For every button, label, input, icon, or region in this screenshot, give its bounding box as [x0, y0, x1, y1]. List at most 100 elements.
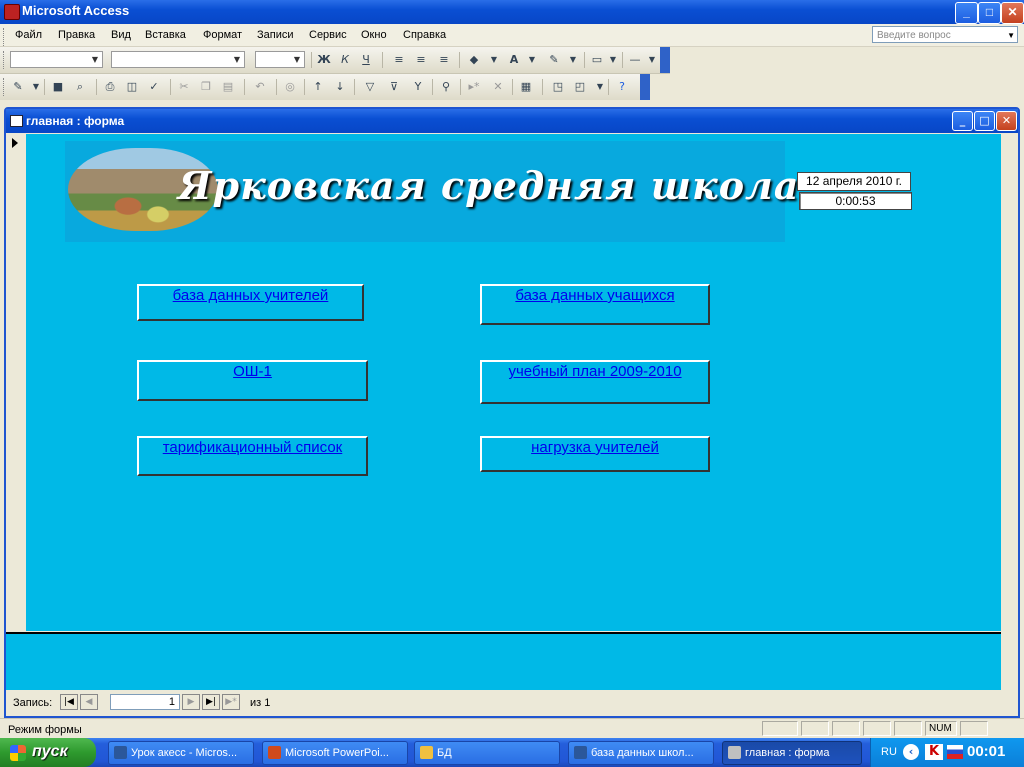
new-record-nav-icon[interactable]: ▶*: [222, 694, 240, 710]
menu-file[interactable]: Файл: [15, 29, 42, 41]
menu-records[interactable]: Записи: [257, 29, 294, 41]
last-record-icon[interactable]: ▶|: [202, 694, 220, 710]
tariff-list-button[interactable]: тарификационный список: [137, 436, 368, 476]
russian-flag-icon[interactable]: [947, 745, 963, 759]
menu-format[interactable]: Формат: [203, 29, 242, 41]
chevron-down-icon[interactable]: ▼: [524, 52, 540, 68]
record-selector[interactable]: [6, 134, 27, 631]
maximize-button[interactable]: □: [978, 2, 1001, 24]
filter-by-form-icon[interactable]: ⊽: [386, 79, 402, 95]
antivirus-icon[interactable]: K: [925, 744, 943, 760]
close-button[interactable]: ✕: [1001, 2, 1024, 24]
menu-view[interactable]: Вид: [111, 29, 131, 41]
students-database-button[interactable]: база данных учащихся: [480, 284, 710, 325]
align-left-icon[interactable]: ≡: [391, 52, 407, 68]
curriculum-button[interactable]: учебный план 2009-2010: [480, 360, 710, 404]
tray-expand-icon[interactable]: ‹: [903, 744, 919, 760]
access-app-icon[interactable]: [4, 4, 20, 20]
form-right-border: [1001, 134, 1018, 690]
paste-icon[interactable]: ▤: [220, 79, 236, 95]
font-color-icon[interactable]: A: [506, 52, 522, 68]
line-width-icon[interactable]: —: [627, 52, 643, 68]
menu-grip[interactable]: [3, 28, 7, 46]
delete-record-icon[interactable]: ✕: [490, 79, 506, 95]
menu-help[interactable]: Справка: [403, 29, 446, 41]
underline-button[interactable]: Ч: [358, 52, 374, 68]
find-icon[interactable]: ⚲: [438, 79, 454, 95]
taskbar-button-access-form[interactable]: главная : форма: [722, 741, 862, 765]
apply-filter-icon[interactable]: Y: [410, 79, 426, 95]
start-button[interactable]: пуск: [0, 738, 96, 767]
toolbar-grip[interactable]: [3, 51, 7, 69]
toolbar-separator: [276, 79, 277, 95]
time-field[interactable]: 0:00:53: [799, 192, 912, 210]
teacher-workload-button[interactable]: нагрузка учителей: [480, 436, 710, 472]
hyperlink-icon[interactable]: ◎: [282, 79, 298, 95]
sort-descending-icon[interactable]: ↓: [332, 79, 348, 95]
chevron-down-icon[interactable]: ▼: [486, 52, 502, 68]
chevron-down-icon[interactable]: ▼: [291, 53, 303, 66]
first-record-icon[interactable]: |◀: [60, 694, 78, 710]
help-search-input[interactable]: Введите вопрос ▼: [872, 26, 1018, 43]
form-icon[interactable]: [10, 115, 23, 127]
spelling-icon[interactable]: ✓: [146, 79, 162, 95]
chevron-down-icon[interactable]: ▼: [1007, 27, 1015, 44]
view-design-icon[interactable]: ✎: [10, 79, 26, 95]
print-icon[interactable]: ⎙: [102, 79, 118, 95]
form-maximize-button[interactable]: □: [974, 111, 995, 131]
object-combo[interactable]: ▼: [10, 51, 103, 68]
clock[interactable]: 00:01: [967, 743, 1005, 760]
record-label: Запись:: [13, 697, 53, 709]
minimize-button[interactable]: _: [955, 2, 978, 24]
menu-tools[interactable]: Сервис: [309, 29, 347, 41]
align-right-icon[interactable]: ≡: [436, 52, 452, 68]
font-combo[interactable]: ▼: [111, 51, 245, 68]
filter-by-selection-icon[interactable]: ▽: [362, 79, 378, 95]
toolbar-grip[interactable]: [3, 78, 7, 96]
new-record-icon[interactable]: ▸*: [466, 79, 482, 95]
undo-icon[interactable]: ↶: [252, 79, 268, 95]
chevron-down-icon[interactable]: ▼: [28, 79, 44, 95]
next-record-icon[interactable]: ▶: [182, 694, 200, 710]
cut-icon[interactable]: ✂: [176, 79, 192, 95]
menu-insert[interactable]: Вставка: [145, 29, 186, 41]
copy-icon[interactable]: ❐: [198, 79, 214, 95]
chevron-down-icon[interactable]: ▼: [644, 52, 660, 68]
font-size-combo[interactable]: ▼: [255, 51, 305, 68]
taskbar-button-word-2[interactable]: база данных школ...: [568, 741, 714, 765]
chevron-down-icon[interactable]: ▼: [592, 79, 608, 95]
language-indicator[interactable]: RU: [881, 746, 897, 758]
form-minimize-button[interactable]: _: [952, 111, 973, 131]
print-preview-icon[interactable]: ◫: [124, 79, 140, 95]
taskbar-button-word[interactable]: Урок акесс - Micros...: [108, 741, 254, 765]
taskbar-button-folder[interactable]: БД: [414, 741, 560, 765]
properties-icon[interactable]: ▦: [518, 79, 534, 95]
menu-edit[interactable]: Правка: [58, 29, 95, 41]
chevron-down-icon[interactable]: ▼: [565, 52, 581, 68]
fill-color-icon[interactable]: ◆: [466, 52, 482, 68]
save-icon[interactable]: ■: [50, 79, 66, 95]
toolbar-options-icon[interactable]: [660, 47, 670, 73]
chevron-down-icon[interactable]: ▼: [605, 52, 621, 68]
toolbar-options-icon[interactable]: [640, 74, 650, 100]
help-icon[interactable]: ?: [614, 79, 630, 95]
osh1-report-button[interactable]: ОШ-1: [137, 360, 368, 401]
border-icon[interactable]: ▭: [589, 52, 605, 68]
italic-button[interactable]: К: [337, 52, 353, 68]
taskbar-button-powerpoint[interactable]: Microsoft PowerPoi...: [262, 741, 408, 765]
align-center-icon[interactable]: ≡: [413, 52, 429, 68]
date-field[interactable]: 12 апреля 2010 г.: [797, 172, 911, 191]
new-object-icon[interactable]: ◰: [572, 79, 588, 95]
line-color-icon[interactable]: ✎: [546, 52, 562, 68]
file-search-icon[interactable]: ⌕: [72, 79, 88, 95]
teachers-database-button[interactable]: база данных учителей: [137, 284, 364, 321]
database-window-icon[interactable]: ◳: [550, 79, 566, 95]
bold-button[interactable]: Ж: [316, 52, 332, 68]
form-close-button[interactable]: ✕: [996, 111, 1017, 131]
record-number-input[interactable]: 1: [110, 694, 180, 710]
chevron-down-icon[interactable]: ▼: [89, 53, 101, 66]
menu-window[interactable]: Окно: [361, 29, 387, 41]
chevron-down-icon[interactable]: ▼: [231, 53, 243, 66]
previous-record-icon[interactable]: ◀: [80, 694, 98, 710]
sort-ascending-icon[interactable]: ↑: [310, 79, 326, 95]
